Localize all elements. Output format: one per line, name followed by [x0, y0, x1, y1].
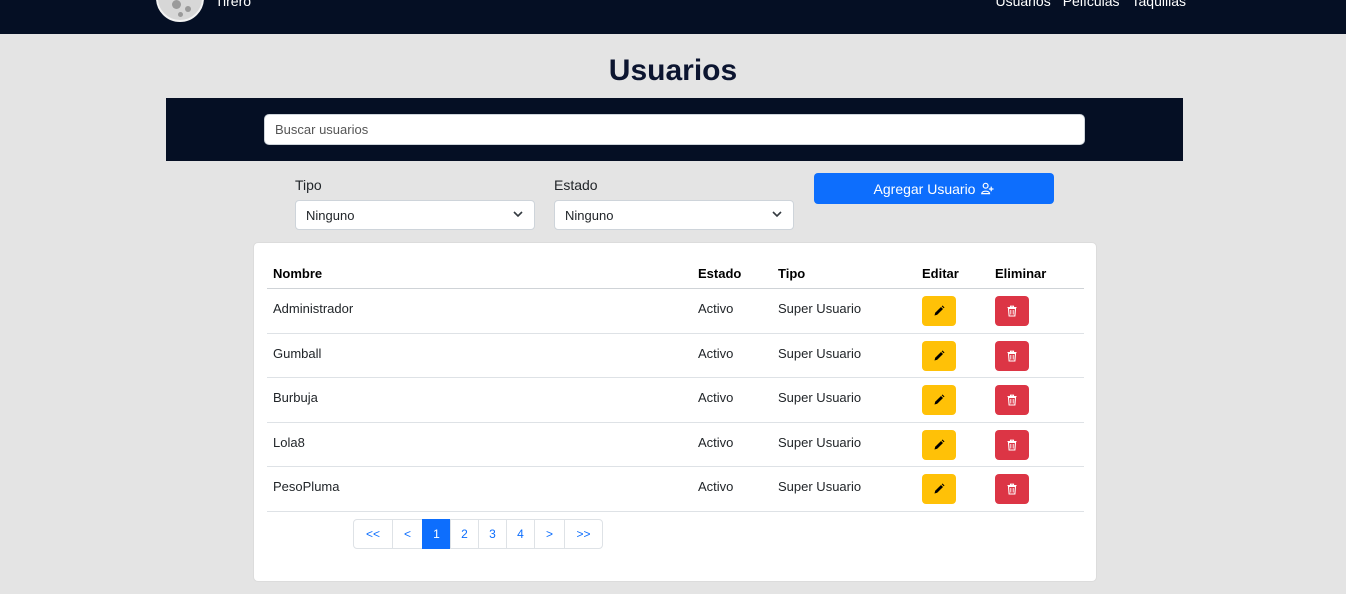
estado-filter-select[interactable]: Ninguno [554, 200, 794, 230]
pencil-icon [933, 439, 945, 451]
page-last-button[interactable]: >> [564, 519, 603, 549]
page-2-button[interactable]: 2 [450, 519, 479, 549]
column-header-editar: Editar [922, 266, 959, 281]
edit-user-button[interactable] [922, 340, 956, 371]
delete-user-button[interactable] [995, 429, 1029, 460]
pencil-icon [933, 483, 945, 495]
edit-user-button[interactable] [922, 474, 956, 504]
users-table: Nombre Estado Tipo Editar Eliminar Admin… [267, 255, 1084, 512]
cell-estado: Activo [698, 301, 734, 316]
page-first-button[interactable]: << [353, 519, 393, 549]
column-header-tipo: Tipo [778, 266, 806, 281]
column-header-estado: Estado [698, 266, 742, 281]
cell-estado: Activo [698, 479, 734, 494]
delete-user-button[interactable] [995, 340, 1029, 371]
trash-icon [1006, 439, 1018, 451]
nav-link-taquillas[interactable]: Taquillas [1132, 0, 1186, 9]
edit-user-button[interactable] [922, 429, 956, 460]
page-1-button[interactable]: 1 [422, 519, 451, 549]
estado-filter-label: Estado [554, 177, 598, 193]
table-header-row: Nombre Estado Tipo Editar Eliminar [267, 255, 1084, 289]
cell-estado: Activo [698, 434, 734, 450]
trash-icon [1006, 483, 1018, 495]
page-next-button[interactable]: > [534, 519, 565, 549]
page-3-button[interactable]: 3 [478, 519, 507, 549]
delete-user-button[interactable] [995, 296, 1029, 326]
cell-nombre: Gumball [273, 345, 322, 361]
cell-tipo: Super Usuario [778, 390, 862, 405]
pencil-icon [933, 394, 945, 406]
search-bar-band [166, 98, 1183, 161]
page-title: Usuarios [608, 54, 738, 87]
delete-user-button[interactable] [995, 385, 1029, 415]
logo[interactable] [156, 0, 204, 22]
add-user-label: Agregar Usuario [873, 180, 976, 197]
nav-links: Usuarios Películas Taquillas [995, 0, 1186, 9]
pagination: << <1 2 3 4 > >> [353, 519, 603, 549]
add-user-button[interactable]: Agregar Usuario [814, 173, 1054, 204]
column-header-nombre: Nombre [273, 266, 323, 281]
cell-tipo: Super Usuario [778, 301, 862, 316]
cell-tipo: Super Usuario [778, 479, 862, 494]
trash-icon [1006, 305, 1018, 317]
table-row: Burbuja Activo Super Usuario [267, 378, 1084, 423]
cell-nombre: Lola8 [273, 434, 305, 450]
table-row: Lola8 Activo Super Usuario [267, 423, 1084, 467]
page-4-button[interactable]: 4 [506, 519, 535, 549]
cell-tipo: Super Usuario [778, 345, 862, 361]
cell-nombre: Burbuja [273, 390, 318, 405]
page-prev-button[interactable]: < [392, 519, 423, 549]
cell-tipo: Super Usuario [778, 434, 862, 450]
pencil-icon [933, 350, 945, 362]
table-row: Gumball Activo Super Usuario [267, 334, 1084, 378]
chevron-down-icon [772, 211, 782, 218]
estado-filter-value: Ninguno [565, 208, 614, 223]
table-row: Administrador Activo Super Usuario [267, 289, 1084, 334]
search-input[interactable] [264, 114, 1085, 145]
edit-user-button[interactable] [922, 385, 956, 415]
users-table-card: Nombre Estado Tipo Editar Eliminar Admin… [253, 242, 1097, 582]
edit-user-button[interactable] [922, 296, 956, 326]
trash-icon [1006, 394, 1018, 406]
column-header-eliminar: Eliminar [995, 266, 1047, 281]
cell-estado: Activo [698, 345, 734, 361]
cell-nombre: PesoPluma [273, 479, 340, 494]
nav-link-peliculas[interactable]: Películas [1063, 0, 1120, 9]
cell-nombre: Administrador [273, 301, 354, 316]
brand-name[interactable]: Tirero [215, 0, 251, 9]
tipo-filter-label: Tipo [295, 177, 322, 193]
tipo-filter-select[interactable]: Ninguno [295, 200, 535, 230]
user-plus-icon [981, 182, 995, 195]
top-navbar: Tirero Usuarios Películas Taquillas [0, 0, 1346, 34]
cell-estado: Activo [698, 390, 734, 405]
chevron-down-icon [513, 211, 523, 218]
nav-link-usuarios[interactable]: Usuarios [995, 0, 1050, 9]
delete-user-button[interactable] [995, 474, 1029, 504]
tipo-filter-value: Ninguno [306, 208, 355, 223]
pencil-icon [933, 305, 945, 317]
trash-icon [1006, 350, 1018, 362]
table-row: PesoPluma Activo Super Usuario [267, 467, 1084, 512]
